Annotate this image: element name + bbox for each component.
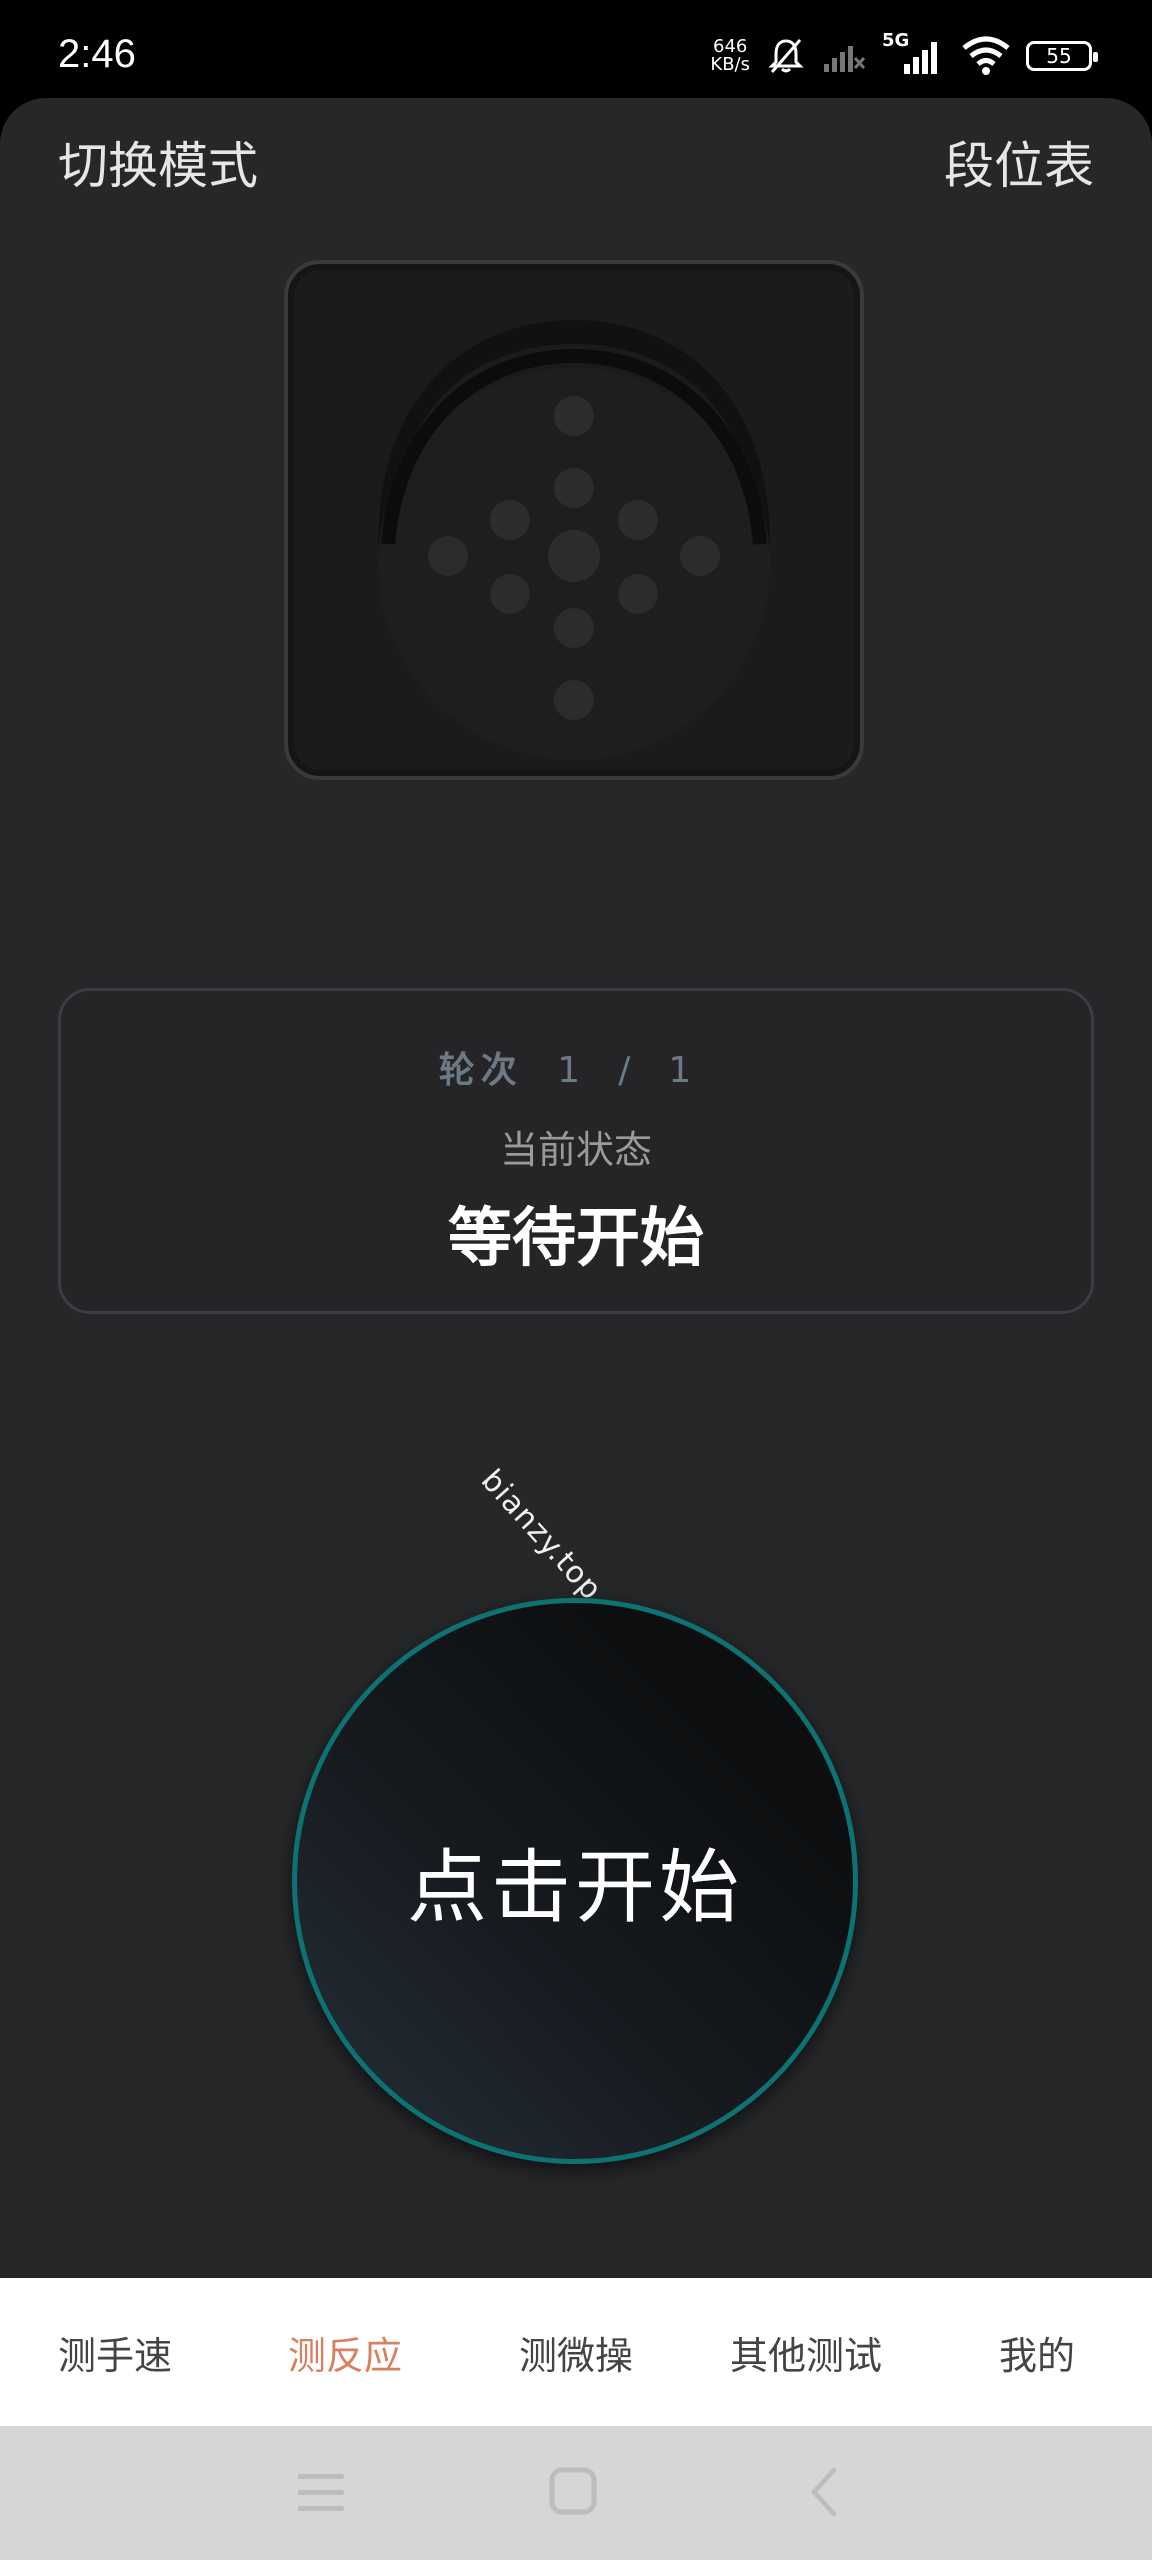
signal-off-icon bbox=[824, 46, 866, 72]
bottom-tab-bar: 测手速 测反应 测微操 其他测试 我的 bbox=[0, 2278, 1152, 2426]
watermark: bianzy.top bbox=[473, 1463, 609, 1608]
state-label: 当前状态 bbox=[499, 1128, 652, 1172]
tab-mine[interactable]: 我的 bbox=[922, 2278, 1152, 2426]
speed-unit: KB/s bbox=[710, 54, 750, 75]
mute-bell-icon bbox=[768, 39, 804, 73]
menu-icon[interactable] bbox=[296, 2464, 346, 2520]
system-nav-bar bbox=[0, 2426, 1152, 2560]
tab-other-tests[interactable]: 其他测试 bbox=[691, 2278, 921, 2426]
start-button-label: 点击开始 bbox=[407, 1841, 743, 1934]
round-label: 轮次 bbox=[438, 1050, 523, 1091]
state-value: 等待开始 bbox=[448, 1202, 704, 1276]
status-time: 2:46 bbox=[58, 32, 136, 76]
app-logo-frame bbox=[284, 260, 864, 780]
round-separator: / bbox=[618, 1050, 637, 1091]
battery-icon: 55 bbox=[1026, 41, 1098, 71]
status-icons: 646 KB/s 5G 55 bbox=[710, 30, 1098, 80]
dotted-face-icon bbox=[378, 320, 770, 760]
switch-mode-button[interactable]: 切换模式 bbox=[58, 126, 258, 198]
network-speed: 646 KB/s bbox=[710, 38, 750, 74]
tab-hand-speed[interactable]: 测手速 bbox=[0, 2278, 230, 2426]
tab-micro-control[interactable]: 测微操 bbox=[461, 2278, 691, 2426]
home-icon[interactable] bbox=[548, 2464, 598, 2520]
round-current: 1 bbox=[557, 1050, 587, 1091]
status-card: 轮次 1 / 1 当前状态 等待开始 bbox=[58, 988, 1094, 1314]
battery-level: 55 bbox=[1046, 44, 1072, 68]
round-total: 1 bbox=[668, 1050, 698, 1091]
app-main: 切换模式 段位表 轮次 1 / 1 当前状态 等待开始 bianzy.top 点… bbox=[0, 98, 1152, 2278]
rank-table-button[interactable]: 段位表 bbox=[944, 126, 1094, 198]
signal-5g-icon: 5G bbox=[882, 30, 946, 76]
back-icon[interactable] bbox=[800, 2464, 850, 2520]
start-button[interactable]: 点击开始 bbox=[292, 1598, 858, 2164]
tab-reaction[interactable]: 测反应 bbox=[230, 2278, 460, 2426]
round-indicator: 轮次 1 / 1 bbox=[61, 1041, 1091, 1093]
status-bar: 2:46 646 KB/s 5G 55 bbox=[0, 0, 1152, 100]
wifi-icon bbox=[962, 36, 1010, 75]
